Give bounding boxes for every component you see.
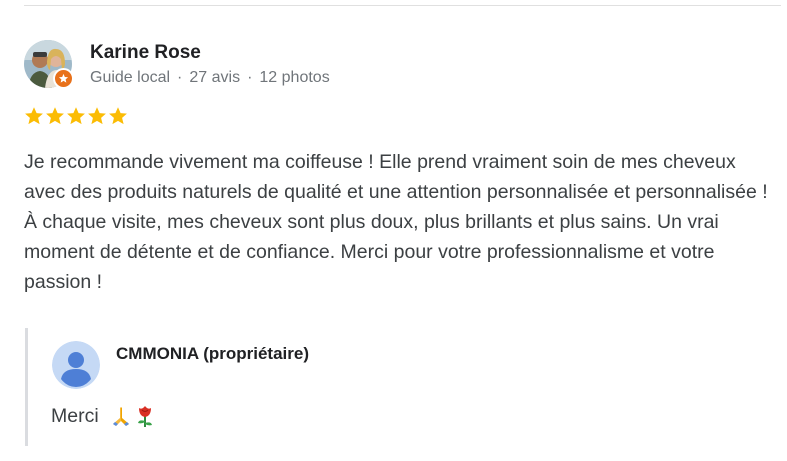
star-icon — [109, 107, 127, 125]
reviewer-header: Karine Rose Guide local · 27 avis · 12 photo… — [24, 40, 330, 90]
local-guide-label: Guide local — [90, 69, 171, 86]
meta-separator: · — [247, 69, 253, 86]
reply-content: Merci — [51, 404, 155, 428]
reply-emojis — [109, 404, 155, 428]
local-guide-star-icon — [58, 73, 69, 83]
default-user-avatar-icon — [52, 341, 100, 389]
owner-reply: CMMONIA (propriétaire) Merci — [25, 328, 425, 446]
folded-hands-icon — [112, 407, 129, 426]
star-icon — [88, 107, 106, 125]
reply-text: Merci — [51, 404, 99, 427]
local-guide-badge — [53, 68, 74, 89]
star-icon — [25, 107, 43, 125]
reviews-count[interactable]: 27 avis — [189, 69, 240, 86]
reviewer-meta: Guide local · 27 avis · 12 photos — [90, 68, 330, 88]
top-divider — [24, 5, 781, 6]
reviewer-name[interactable]: Karine Rose — [90, 42, 330, 64]
star-icon — [46, 107, 64, 125]
owner-name: CMMONIA (propriétaire) — [116, 344, 309, 363]
reviewer-avatar[interactable] — [24, 40, 74, 89]
meta-separator: · — [177, 69, 183, 86]
review-text: Je recommande vivement ma coiffeuse ! El… — [24, 151, 768, 293]
star-icon — [67, 107, 85, 125]
owner-header: CMMONIA (propriétaire) — [52, 341, 309, 389]
rose-icon — [137, 406, 152, 427]
photos-count[interactable]: 12 photos — [259, 69, 329, 86]
star-rating — [24, 106, 128, 126]
reviewer-info: Karine Rose Guide local · 27 avis · 12 photo… — [90, 40, 330, 88]
